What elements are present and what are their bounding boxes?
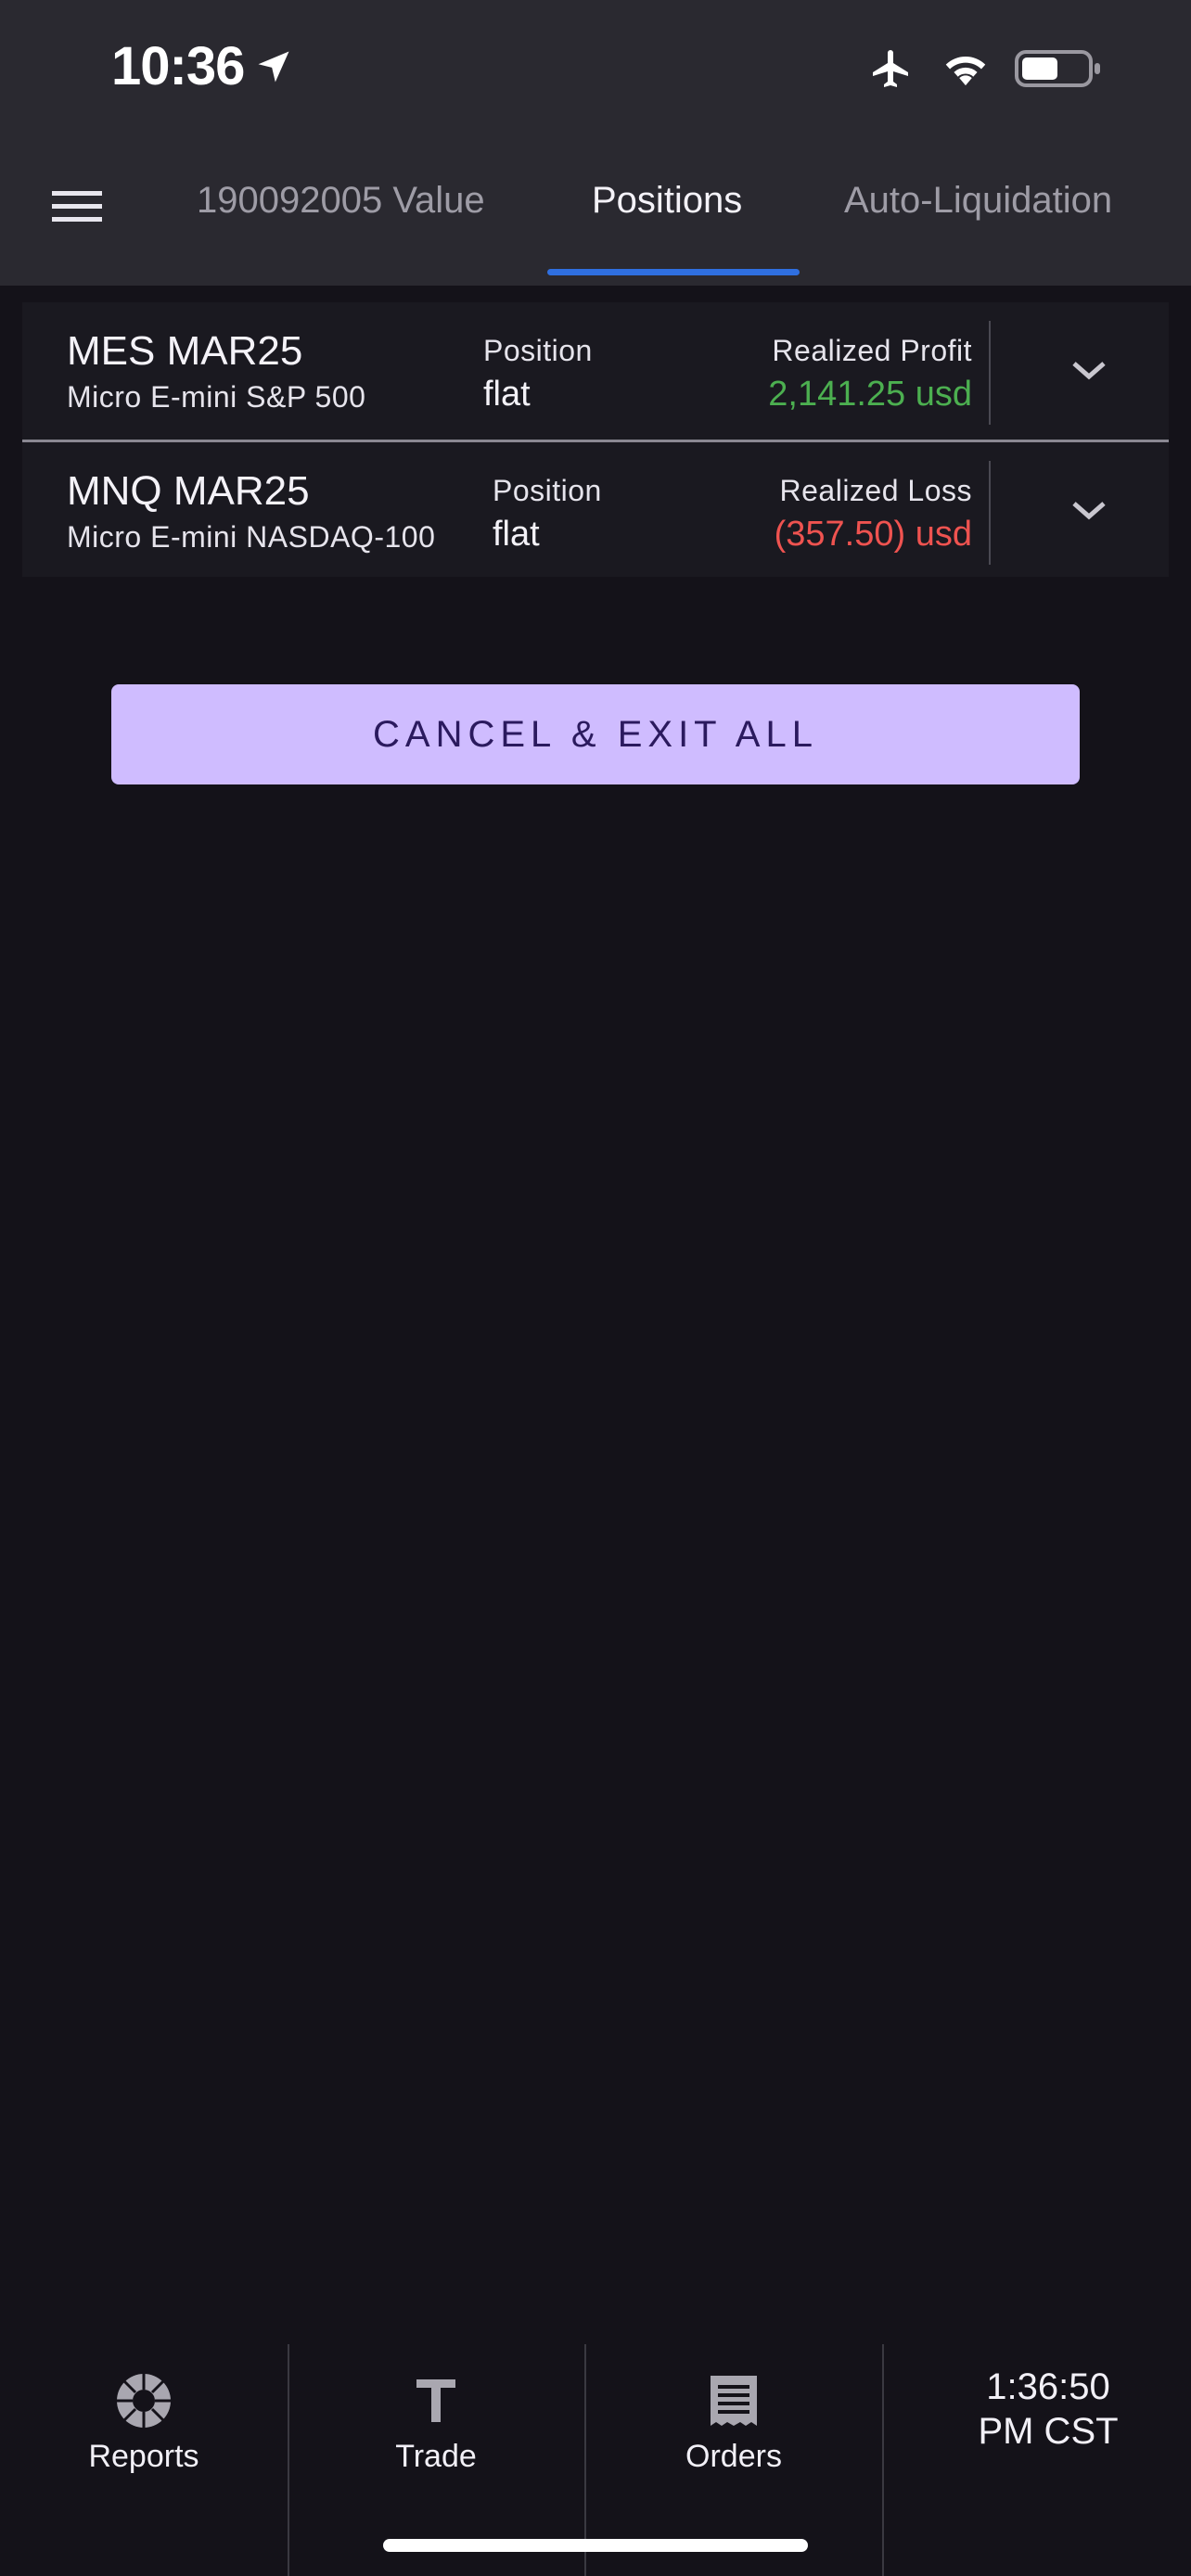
nav-divider — [882, 2344, 884, 2576]
wifi-icon — [945, 56, 986, 86]
tab-account-value[interactable]: 190092005 Value — [197, 180, 485, 222]
top-bar: 10:36 190092005 Value Positions Auto-Liq… — [0, 0, 1191, 286]
reports-icon — [117, 2374, 171, 2428]
home-indicator[interactable] — [383, 2539, 808, 2552]
nav-trade-label: Trade — [395, 2439, 477, 2474]
menu-button[interactable] — [48, 184, 106, 230]
chevron-down-icon — [1072, 362, 1106, 380]
clock-zone: PM CST — [978, 2411, 1119, 2452]
expand-button[interactable] — [1061, 492, 1117, 529]
active-tab-indicator — [547, 269, 800, 275]
status-time-text: 10:36 — [111, 36, 245, 96]
position-value: flat — [483, 375, 531, 414]
battery-icon — [1015, 50, 1100, 87]
position-symbol: MES MAR25 — [67, 328, 303, 374]
cancel-exit-all-button[interactable]: CANCEL & EXIT ALL — [111, 684, 1080, 784]
position-description: Micro E-mini NASDAQ-100 — [67, 520, 436, 554]
airplane-icon — [873, 50, 908, 87]
pnl-label: Realized Loss — [779, 474, 972, 507]
clock: 1:36:50 PM CST — [928, 2365, 1169, 2454]
trade-icon — [416, 2379, 455, 2422]
tab-positions[interactable]: Positions — [592, 180, 742, 222]
nav-reports[interactable]: Reports — [28, 2344, 260, 2576]
position-value: flat — [493, 515, 540, 554]
positions-list: MES MAR25 Micro E-mini S&P 500 Position … — [22, 302, 1169, 577]
pnl-value: (357.50) usd — [774, 515, 972, 554]
position-symbol: MNQ MAR25 — [67, 468, 310, 514]
clock-time: 1:36:50 — [986, 2366, 1110, 2407]
status-icons — [866, 46, 1102, 91]
position-label: Position — [493, 474, 602, 507]
position-row-mes[interactable]: MES MAR25 Micro E-mini S&P 500 Position … — [22, 302, 1169, 440]
nav-orders-label: Orders — [685, 2439, 782, 2474]
orders-icon — [711, 2376, 757, 2426]
pnl-label: Realized Profit — [772, 334, 972, 367]
status-time: 10:36 — [111, 35, 294, 97]
nav-divider — [288, 2344, 289, 2576]
expand-button[interactable] — [1061, 352, 1117, 389]
hamburger-menu-icon — [52, 191, 102, 222]
nav-reports-label: Reports — [88, 2439, 199, 2474]
position-row-mnq[interactable]: MNQ MAR25 Micro E-mini NASDAQ-100 Positi… — [22, 440, 1169, 577]
tab-auto-liquidation[interactable]: Auto-Liquidation — [844, 180, 1112, 222]
location-arrow-icon — [258, 51, 289, 82]
position-label: Position — [483, 334, 593, 367]
row-divider — [989, 321, 991, 425]
pnl-value: 2,141.25 usd — [768, 375, 972, 414]
position-description: Micro E-mini S&P 500 — [67, 380, 366, 414]
chevron-down-icon — [1072, 502, 1106, 520]
row-divider — [989, 461, 991, 565]
